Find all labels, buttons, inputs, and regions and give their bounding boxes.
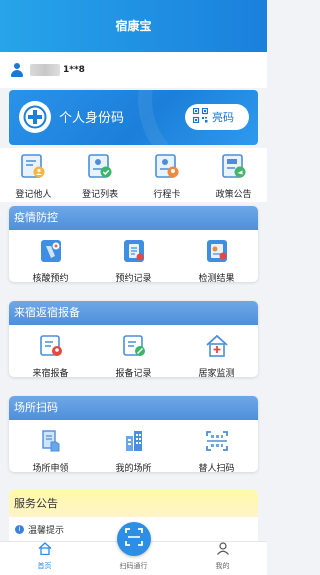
return-report-panel: 来宿返宿报备 来宿报备 报备记录 居家监测 [9, 301, 258, 377]
report-record-icon [120, 333, 148, 363]
blurred-avatar-name [30, 64, 60, 76]
my-venue-icon [120, 428, 148, 458]
test-result-label: 检测结果 [198, 274, 235, 282]
trip-card-button[interactable]: 行程卡 [134, 148, 201, 202]
register-other-icon [19, 152, 47, 184]
reservation-record-button[interactable]: 预约记录 [92, 230, 175, 282]
home-icon [38, 540, 52, 559]
arrival-report-label: 来宿报备 [32, 369, 69, 377]
health-shield-logo-icon [19, 101, 51, 133]
policy-notice-icon [220, 152, 248, 184]
home-monitor-button[interactable]: 居家监测 [175, 325, 258, 377]
scan-for-others-button[interactable]: 替人扫码 [175, 420, 258, 472]
nucleic-reservation-icon [37, 238, 65, 268]
epidemic-panel-title: 疫情防控 [9, 206, 258, 230]
tab-home-label: 首页 [37, 562, 52, 570]
venue-scan-panel-title: 场所扫码 [9, 396, 258, 420]
masked-user-name: 1**8 [63, 65, 85, 75]
scan-for-others-label: 替人扫码 [198, 464, 235, 472]
scan-pass-button[interactable] [117, 522, 151, 556]
venue-apply-button[interactable]: 场所申领 [9, 420, 92, 472]
show-code-label: 亮码 [212, 111, 234, 124]
app-title-bar: 宿康宝 [0, 0, 267, 52]
venue-apply-label: 场所申领 [32, 464, 69, 472]
reservation-record-icon [120, 238, 148, 268]
trip-card-icon [153, 152, 181, 184]
user-icon [10, 63, 24, 77]
service-notice-title: 服务公告 [9, 490, 258, 517]
home-monitor-label: 居家监测 [198, 369, 235, 377]
arrival-report-button[interactable]: 来宿报备 [9, 325, 92, 377]
policy-notice-button[interactable]: 政策公告 [200, 148, 267, 202]
nucleic-reservation-label: 核酸预约 [32, 274, 69, 282]
venue-apply-icon [37, 428, 65, 458]
test-result-button[interactable]: 检测结果 [175, 230, 258, 282]
register-list-label: 登记列表 [82, 190, 119, 200]
quick-actions: 登记他人 登记列表 行程卡 政策公告 [0, 148, 267, 202]
report-record-label: 报备记录 [115, 369, 152, 377]
scan-for-others-icon [203, 428, 231, 458]
app-title: 宿康宝 [115, 19, 152, 33]
tab-scan-label: 扫码通行 [119, 562, 148, 570]
register-other-label: 登记他人 [15, 190, 52, 200]
user-bar: 1**8 [0, 52, 267, 88]
qr-code-icon [192, 107, 209, 127]
scan-icon [125, 528, 143, 550]
info-icon: i [15, 525, 24, 534]
notice-item-text: 温馨提示 [28, 526, 65, 536]
tab-home[interactable]: 首页 [0, 542, 89, 575]
tab-mine-label: 我的 [215, 562, 230, 570]
reservation-record-label: 预约记录 [115, 274, 152, 282]
nucleic-reservation-button[interactable]: 核酸预约 [9, 230, 92, 282]
profile-icon [216, 540, 230, 559]
venue-scan-panel: 场所扫码 场所申领 我的场所 替人扫码 [9, 396, 258, 472]
arrival-report-icon [37, 333, 65, 363]
show-code-button[interactable]: 亮码 [185, 104, 249, 130]
epidemic-prevention-panel: 疫情防控 核酸预约 预约记录 检测结果 [9, 206, 258, 282]
report-record-button[interactable]: 报备记录 [92, 325, 175, 377]
register-other-button[interactable]: 登记他人 [0, 148, 67, 202]
home-monitor-icon [203, 333, 231, 363]
register-list-icon [86, 152, 114, 184]
test-result-icon [203, 238, 231, 268]
my-venue-button[interactable]: 我的场所 [92, 420, 175, 472]
register-list-button[interactable]: 登记列表 [67, 148, 134, 202]
id-code-title: 个人身份码 [59, 111, 125, 126]
tab-mine[interactable]: 我的 [178, 542, 267, 575]
policy-notice-label: 政策公告 [215, 190, 252, 200]
return-report-panel-title: 来宿返宿报备 [9, 301, 258, 325]
trip-card-label: 行程卡 [153, 190, 181, 200]
personal-id-code-card[interactable]: 个人身份码 亮码 [9, 90, 258, 145]
my-venue-label: 我的场所 [115, 464, 152, 472]
